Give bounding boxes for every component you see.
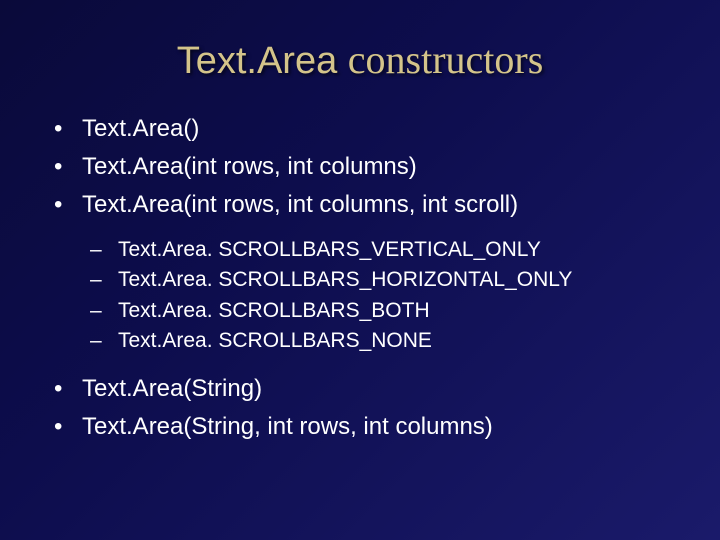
bullet-text: Text.Area(String, int rows, int columns) (82, 413, 493, 440)
sub-bullet-text: Text.Area. SCROLLBARS_HORIZONTAL_ONLY (118, 268, 572, 291)
bullet-text: Text.Area(int rows, int columns, int scr… (82, 191, 518, 218)
bullet-list-2: Text.Area(String) Text.Area(String, int … (50, 371, 690, 445)
bullet-text: Text.Area(int rows, int columns) (82, 153, 417, 180)
bullet-item: Text.Area(String) (50, 371, 690, 407)
sub-bullet-text: Text.Area. SCROLLBARS_BOTH (118, 299, 430, 322)
sub-bullet-item: Text.Area. SCROLLBARS_NONE (90, 326, 690, 356)
slide-title: Text.Area constructors (0, 0, 720, 111)
sub-bullet-item: Text.Area. SCROLLBARS_HORIZONTAL_ONLY (90, 265, 690, 295)
sub-bullet-text: Text.Area. SCROLLBARS_VERTICAL_ONLY (118, 238, 541, 261)
sub-bullet-item: Text.Area. SCROLLBARS_VERTICAL_ONLY (90, 235, 690, 265)
sub-bullet-item: Text.Area. SCROLLBARS_BOTH (90, 296, 690, 326)
bullet-item: Text.Area(int rows, int columns, int scr… (50, 187, 690, 223)
bullet-list: Text.Area() Text.Area(int rows, int colu… (50, 111, 690, 223)
bullet-text: Text.Area() (82, 115, 199, 142)
sub-bullet-list: Text.Area. SCROLLBARS_VERTICAL_ONLY Text… (50, 235, 690, 357)
bullet-text: Text.Area(String) (82, 375, 262, 402)
title-part1: Text.Area (177, 40, 348, 82)
sub-bullet-text: Text.Area. SCROLLBARS_NONE (118, 329, 432, 352)
slide: Text.Area constructors Text.Area() Text.… (0, 0, 720, 540)
bullet-item: Text.Area(int rows, int columns) (50, 149, 690, 185)
title-part2: constructors (348, 37, 544, 82)
bullet-item: Text.Area() (50, 111, 690, 147)
slide-content: Text.Area() Text.Area(int rows, int colu… (0, 111, 720, 445)
bullet-item: Text.Area(String, int rows, int columns) (50, 409, 690, 445)
